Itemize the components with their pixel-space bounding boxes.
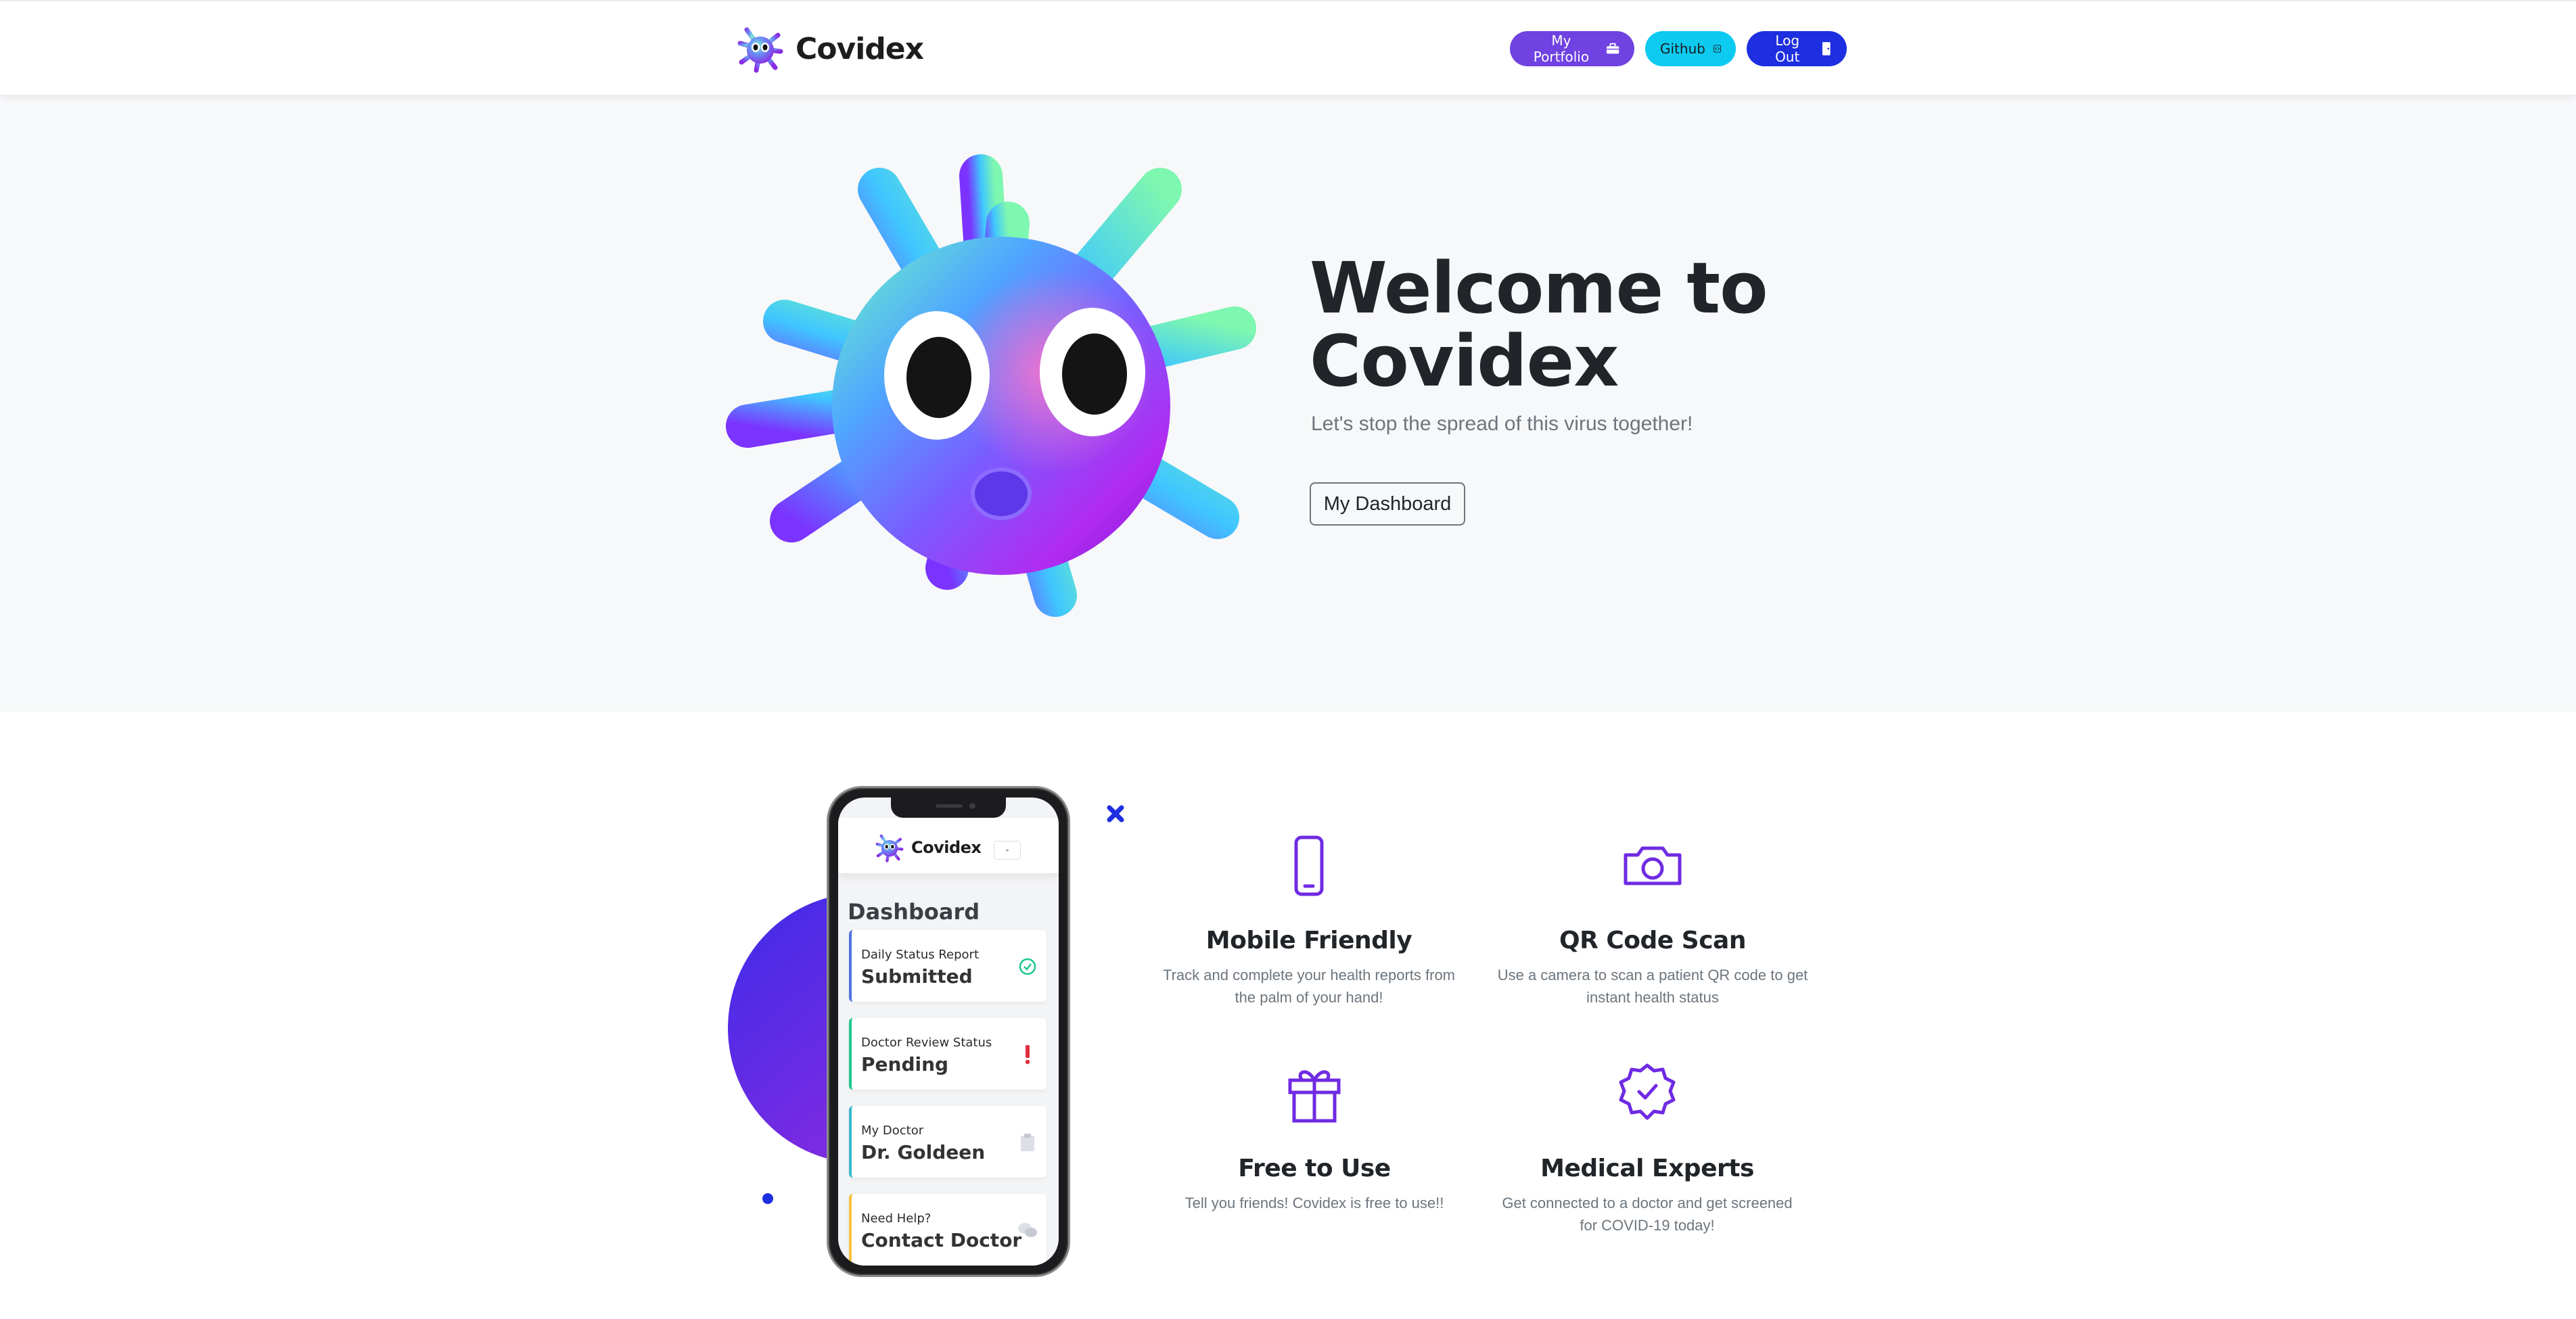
briefcase-icon — [1606, 43, 1619, 54]
door-icon — [1822, 42, 1831, 55]
feature-title: QR Code Scan — [1559, 927, 1746, 954]
camera-icon — [1624, 846, 1682, 885]
hero-section: Welcome to Covidex Let's stop the spread… — [0, 95, 2576, 712]
feature-description: Track and complete your health reports f… — [1162, 967, 1456, 1006]
phone-card-my-doctor: My Doctor Dr. Goldeen — [849, 1106, 1046, 1178]
my-portfolio-label: My Portfolio — [1533, 32, 1590, 65]
feature-medical-experts: Medical Experts Get connected to a docto… — [1492, 1060, 1803, 1236]
navbar: Covidex My Portfolio Github Log Out — [0, 0, 2576, 95]
nav-buttons: My Portfolio Github Log Out — [1510, 31, 1847, 66]
hero-title-line2: Covidex — [1310, 320, 1619, 402]
log-out-label: Log Out — [1775, 32, 1800, 65]
card-label: Daily Status Report — [861, 948, 980, 962]
my-portfolio-button[interactable]: My Portfolio — [1510, 31, 1634, 66]
phone-card-doctor-review: Doctor Review Status Pending — [849, 1018, 1046, 1090]
phone-card-need-help: Need Help? Contact Doctor — [849, 1194, 1046, 1266]
phone-mockup: Covidex Dashboard Daily Status Report Su… — [827, 786, 1070, 1277]
check-circle-icon — [1017, 956, 1038, 977]
chat-icon — [1017, 1220, 1038, 1241]
virus-logo-icon — [737, 26, 783, 73]
phone-screen: Covidex Dashboard Daily Status Report Su… — [838, 797, 1059, 1266]
feature-description: Use a camera to scan a patient QR code t… — [1497, 967, 1808, 1006]
feature-mobile-friendly: Mobile Friendly Track and complete your … — [1153, 832, 1465, 1009]
card-label: Need Help? — [861, 1211, 932, 1226]
card-value: Pending — [861, 1053, 949, 1075]
github-button[interactable]: Github — [1645, 31, 1736, 66]
brand[interactable]: Covidex — [736, 24, 924, 73]
phone-menu-toggle — [994, 841, 1021, 860]
phone-card-daily-status: Daily Status Report Submitted — [849, 930, 1046, 1002]
phone-notch — [891, 797, 1006, 818]
gift-icon — [1288, 1070, 1341, 1123]
feature-title: Mobile Friendly — [1205, 927, 1412, 954]
feature-description: Tell you friends! Covidex is free to use… — [1184, 1195, 1444, 1211]
card-value: Submitted — [861, 965, 973, 988]
feature-title: Free to Use — [1238, 1155, 1391, 1182]
virus-mascot-illustration — [726, 154, 1256, 617]
github-label: Github — [1660, 41, 1705, 57]
feature-description: Get connected to a doctor and get screen… — [1502, 1195, 1793, 1234]
decorative-dot — [762, 1193, 773, 1204]
feature-title: Medical Experts — [1540, 1155, 1754, 1182]
card-label: My Doctor — [861, 1124, 924, 1138]
card-value: Contact Doctor — [861, 1229, 1022, 1251]
phone-brand-name: Covidex — [911, 838, 982, 857]
feature-free-to-use: Free to Use Tell you friends! Covidex is… — [1159, 1060, 1470, 1214]
verified-badge-icon — [1619, 1063, 1676, 1120]
code-icon — [1714, 45, 1721, 53]
card-label: Doctor Review Status — [861, 1036, 992, 1050]
hero-title: Welcome to Covidex — [1310, 252, 1768, 398]
features-section: Covidex Dashboard Daily Status Report Su… — [0, 712, 2576, 1319]
virus-logo-icon — [875, 833, 904, 862]
phone-dashboard-title: Dashboard — [848, 899, 980, 925]
card-value: Dr. Goldeen — [861, 1141, 986, 1163]
hero-title-line1: Welcome to — [1310, 247, 1768, 329]
clipboard-icon — [1017, 1132, 1038, 1153]
log-out-button[interactable]: Log Out — [1747, 31, 1847, 66]
decorative-cross-icon — [1107, 805, 1124, 823]
my-dashboard-button[interactable]: My Dashboard — [1310, 482, 1465, 526]
exclamation-icon — [1017, 1044, 1038, 1065]
brand-name: Covidex — [796, 31, 924, 66]
feature-qr-code-scan: QR Code Scan Use a camera to scan a pati… — [1497, 832, 1808, 1009]
phone-icon — [1294, 835, 1324, 896]
phone-navbar: Covidex — [838, 818, 1059, 873]
hero-subtitle: Let's stop the spread of this virus toge… — [1311, 413, 1693, 435]
